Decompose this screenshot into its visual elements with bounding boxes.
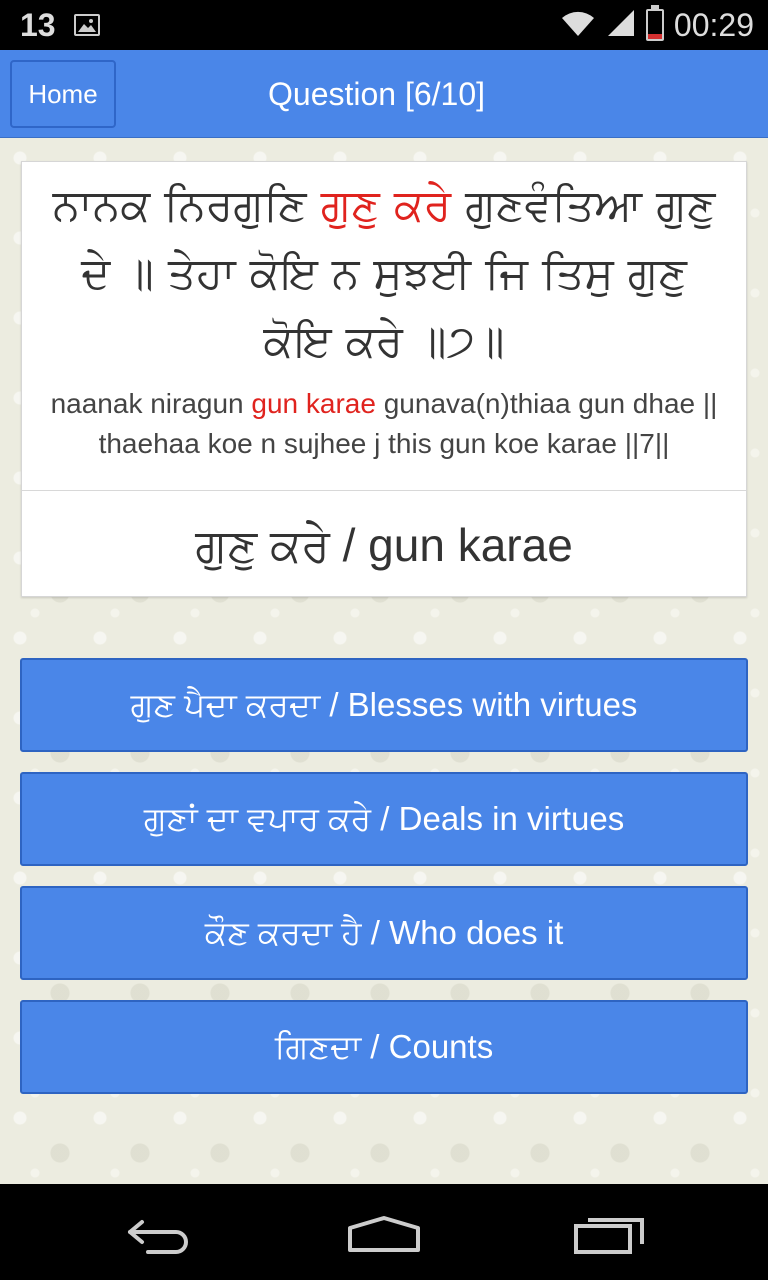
notification-count: 13 — [20, 6, 56, 43]
wifi-icon — [560, 8, 596, 42]
app-header: Home Question [6/10] — [0, 50, 768, 138]
home-button[interactable]: Home — [10, 60, 116, 128]
navigation-bar — [0, 1184, 768, 1280]
question-card: ਨਾਨਕ ਨਿਰਗੁਣਿ ਗੁਣੁ ਕਰੇ ਗੁਣਵੰਤਿਆ ਗੁਣੁ ਦੇ ॥… — [21, 161, 747, 597]
signal-icon — [606, 8, 636, 42]
page-title: Question [6/10] — [268, 76, 486, 112]
clock: 00:29 — [673, 6, 754, 43]
answer-options: ਗੁਣ ਪੈਦਾ ਕਰਦਾ / Blesses with virtues ਗੁਣ… — [20, 658, 748, 1114]
content-area: ਨਾਨਕ ਨਿਰਗੁਣਿ ਗੁਣੁ ਕਰੇ ਗੁਣਵੰਤਿਆ ਗੁਣੁ ਦੇ ॥… — [0, 138, 768, 1184]
gurmukhi-text-before: ਨਾਨਕ ਨਿਰਗੁਣਿ — [52, 180, 321, 231]
question-word: ਗੁਣੁ ਕਰੇ / gun karae — [195, 519, 573, 571]
recent-apps-icon[interactable] — [572, 1214, 648, 1258]
back-icon[interactable] — [124, 1214, 196, 1258]
image-icon — [73, 14, 100, 36]
gurmukhi-highlight: ਗੁਣੁ ਕਰੇ — [320, 180, 452, 231]
battery-low-icon — [645, 5, 664, 41]
option-button-4[interactable]: ਗਿਣਦਾ / Counts — [20, 1000, 748, 1094]
translit-text-before: naanak niragun — [50, 388, 252, 419]
card-divider — [22, 490, 746, 491]
option-button-1[interactable]: ਗੁਣ ਪੈਦਾ ਕਰਦਾ / Blesses with virtues — [20, 658, 748, 752]
gurmukhi-verse: ਨਾਨਕ ਨਿਰਗੁਣਿ ਗੁਣੁ ਕਰੇ ਗੁਣਵੰਤਿਆ ਗੁਣੁ ਦੇ ॥… — [42, 172, 726, 376]
transliteration-verse: naanak niragun gun karae gunava(n)thiaa … — [34, 384, 734, 464]
translit-highlight: gun karae — [251, 388, 376, 419]
home-icon[interactable] — [346, 1214, 422, 1258]
option-button-3[interactable]: ਕੌਣ ਕਰਦਾ ਹੈ / Who does it — [20, 886, 748, 980]
status-bar: 13 00:29 — [0, 0, 768, 50]
option-button-2[interactable]: ਗੁਣਾਂ ਦਾ ਵਪਾਰ ਕਰੇ / Deals in virtues — [20, 772, 748, 866]
